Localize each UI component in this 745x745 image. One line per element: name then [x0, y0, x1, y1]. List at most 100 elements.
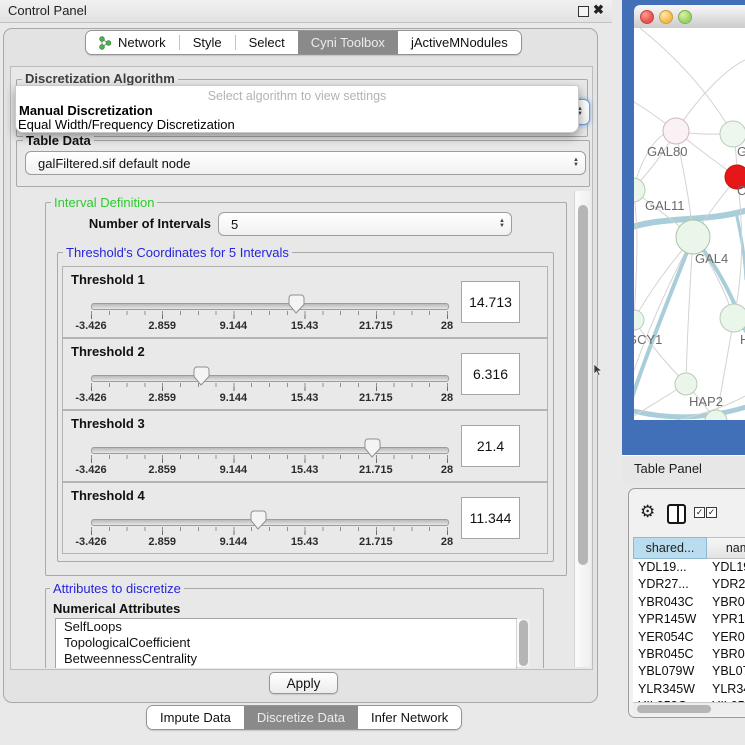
combo-arrows-icon: ▲▼	[493, 219, 511, 229]
threshold-3-axis-labels: -3.426 2.859 9.144 15.43 21.715 28	[91, 464, 447, 476]
threshold-3-slider-thumb[interactable]	[363, 438, 381, 458]
table-row[interactable]: YDL19...YDL19	[633, 559, 745, 576]
number-of-intervals-combobox[interactable]: 5 ▲▼	[218, 212, 512, 236]
attributes-list-scrollbar[interactable]	[516, 619, 530, 667]
bottom-tabbar: Impute Data Discretize Data Infer Networ…	[146, 705, 462, 730]
apply-button[interactable]: Apply	[269, 672, 338, 694]
list-item[interactable]: BetweennessCentrality	[56, 651, 516, 667]
table-panel-title: Table Panel	[634, 461, 702, 476]
tab-discretize-data[interactable]: Discretize Data	[244, 706, 358, 729]
table-row[interactable]: YPR145WYPR145W	[633, 611, 745, 628]
node-gal4[interactable]	[676, 220, 710, 254]
dropdown-option-equal-width-frequency[interactable]: Equal Width/Frequency Discretization	[18, 117, 235, 132]
node-right-h[interactable]	[720, 304, 745, 332]
node-gcy1[interactable]	[634, 310, 644, 330]
threshold-4-value-field[interactable]: 11.344	[461, 497, 520, 539]
threshold-2-slider-track[interactable]	[91, 375, 449, 382]
threshold-4-axis-labels: -3.426 2.859 9.144 15.43 21.715 28	[91, 536, 447, 548]
table-row[interactable]: YER054CYER054C	[633, 629, 745, 646]
tab-infer-network-label: Infer Network	[371, 710, 448, 725]
tab-style[interactable]: Style	[180, 31, 235, 54]
zoom-traffic-light[interactable]	[678, 10, 692, 24]
node-label-gcy1: GCY1	[634, 332, 662, 347]
node-hap2[interactable]	[675, 373, 697, 395]
network-canvas[interactable]: GAL80 G C GAL11 GAL4 GCY1 H HAP2	[634, 28, 745, 420]
network-graph: GAL80 G C GAL11 GAL4 GCY1 H HAP2	[634, 28, 745, 420]
network-window-titlebar[interactable]	[634, 5, 745, 29]
tab-select[interactable]: Select	[236, 31, 298, 54]
table-row[interactable]: YDR27...YDR27	[633, 576, 745, 593]
split-columns-icon[interactable]	[667, 504, 686, 524]
float-window-icon[interactable]	[578, 6, 589, 17]
node-label-hap2: HAP2	[689, 394, 723, 409]
gear-icon[interactable]: ⚙	[640, 503, 655, 520]
threshold-1-value-field[interactable]: 14.713	[461, 281, 520, 323]
table-data-combobox[interactable]: galFiltered.sif default node ▲▼	[25, 151, 586, 175]
threshold-4-slider-ticks	[91, 527, 448, 535]
checkbox-icon[interactable]: ✓	[706, 507, 717, 518]
mouse-cursor	[593, 363, 603, 377]
table-row[interactable]: YBR043CYBR043C	[633, 594, 745, 611]
tab-style-label: Style	[193, 35, 222, 50]
dropdown-option-manual-discretization[interactable]: Manual Discretization	[19, 103, 153, 118]
tab-infer-network[interactable]: Infer Network	[358, 706, 461, 729]
settings-scrollbar[interactable]	[574, 191, 591, 667]
node-label-clipped-h: H	[740, 332, 745, 347]
threshold-4-panel: Threshold 4 -3.426 2.859 9.144 15.43 21.…	[62, 482, 548, 554]
table-row[interactable]: YBL079WYBL079W	[633, 663, 745, 680]
dropdown-placeholder-item[interactable]: Select algorithm to view settings	[16, 89, 578, 103]
list-item[interactable]: TopologicalCoefficient	[56, 635, 516, 651]
algorithm-dropdown-popup: Select algorithm to view settings Manual…	[15, 85, 579, 133]
number-of-intervals-value: 5	[219, 217, 493, 232]
numerical-attributes-label: Numerical Attributes	[53, 601, 180, 616]
table-row[interactable]: YLR345WYLR345W	[633, 681, 745, 698]
table-horizontal-scrollbar-thumb[interactable]	[637, 705, 711, 713]
node-label-gal80: GAL80	[647, 144, 687, 159]
column-header-shared-name[interactable]: shared...	[633, 537, 707, 559]
threshold-1-panel: Threshold 1 -3.426 2.859 9.144 15.43 21.…	[62, 266, 548, 338]
threshold-2-axis-labels: -3.426 2.859 9.144 15.43 21.715 28	[91, 392, 447, 404]
number-of-intervals-label: Number of Intervals	[63, 216, 211, 231]
threshold-4-slider-thumb[interactable]	[249, 510, 267, 530]
node-label-clipped-g: G	[737, 144, 745, 159]
minimize-traffic-light[interactable]	[659, 10, 673, 24]
threshold-4-slider-track[interactable]	[91, 519, 449, 526]
close-traffic-light[interactable]	[640, 10, 654, 24]
threshold-1-slider-thumb[interactable]	[287, 294, 305, 314]
threshold-1-slider-track[interactable]	[91, 303, 449, 310]
tab-impute-data[interactable]: Impute Data	[147, 706, 244, 729]
node-gal80[interactable]	[663, 118, 689, 144]
tab-jactivemnodules[interactable]: jActiveMNodules	[398, 31, 521, 54]
control-panel-title: Control Panel	[8, 3, 87, 18]
table-horizontal-scrollbar[interactable]	[633, 702, 745, 715]
table-row[interactable]: YBR045CYBR045C	[633, 646, 745, 663]
column-header-name[interactable]: name	[707, 537, 745, 559]
network-icon	[99, 36, 112, 50]
numerical-attributes-list[interactable]: SelfLoops TopologicalCoefficient Between…	[55, 618, 517, 668]
threshold-2-panel: Threshold 2 -3.426 2.859 9.144 15.43 21.…	[62, 338, 548, 410]
node-label-gal4: GAL4	[695, 251, 728, 266]
list-item[interactable]: SelfLoops	[56, 619, 516, 635]
top-tabbar: Network Style Select Cyni Toolbox jActiv…	[85, 30, 522, 55]
checkbox-icon[interactable]: ✓	[694, 507, 705, 518]
node-label-clipped-c: C	[737, 183, 745, 198]
settings-scrollbar-thumb[interactable]	[578, 205, 588, 565]
tab-cyni-toolbox-label: Cyni Toolbox	[311, 35, 385, 50]
tab-jactivemnodules-label: jActiveMNodules	[411, 35, 508, 50]
node-label-gal11: GAL11	[645, 198, 685, 213]
threshold-1-axis-labels: -3.426 2.859 9.144 15.43 21.715 28	[91, 320, 447, 332]
threshold-3-slider-ticks	[91, 455, 448, 463]
tab-impute-data-label: Impute Data	[160, 710, 231, 725]
tab-network[interactable]: Network	[86, 31, 179, 54]
tab-cyni-toolbox[interactable]: Cyni Toolbox	[298, 31, 398, 54]
close-icon[interactable]: ✖	[593, 2, 604, 18]
threshold-2-value-field[interactable]: 6.316	[461, 353, 520, 395]
threshold-3-value-field[interactable]: 21.4	[461, 425, 520, 467]
threshold-2-slider-thumb[interactable]	[192, 366, 210, 386]
threshold-2-slider-ticks	[91, 383, 448, 391]
combo-arrows-icon: ▲▼	[567, 158, 585, 168]
threshold-1-slider-ticks	[91, 311, 448, 319]
threshold-3-panel: Threshold 3 -3.426 2.859 9.144 15.43 21.…	[62, 410, 548, 482]
threshold-3-slider-track[interactable]	[91, 447, 449, 454]
screenshot-root: Control Panel ✖ Network Style Select Cyn…	[0, 0, 745, 745]
